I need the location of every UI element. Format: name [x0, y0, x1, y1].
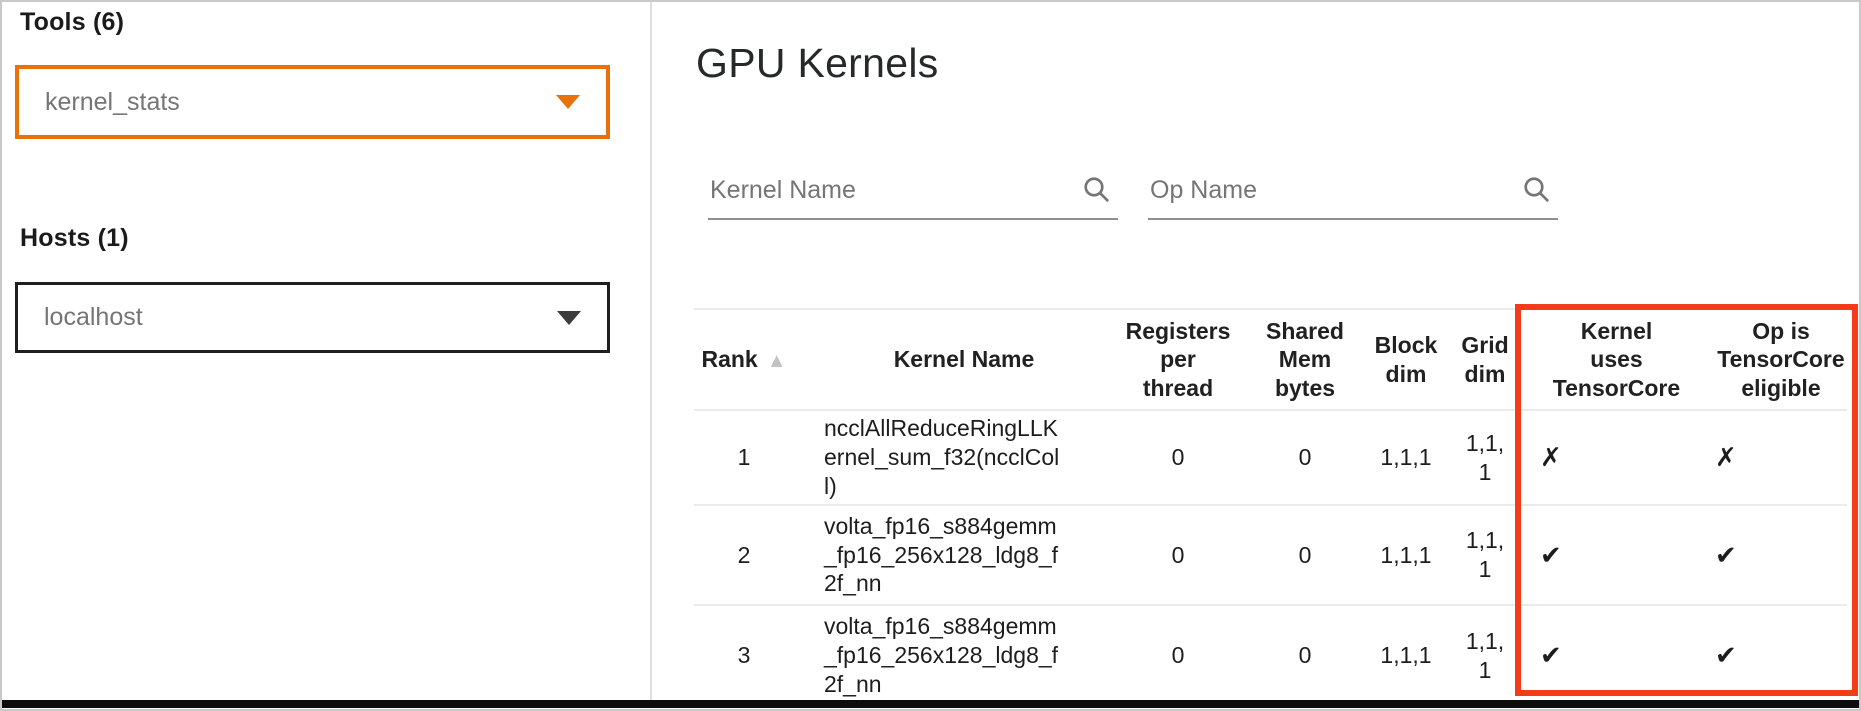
- column-header-label: Registers per thread: [1126, 318, 1231, 400]
- column-header[interactable]: Shared Mem bytes: [1252, 309, 1358, 410]
- column-header-label: Grid dim: [1461, 332, 1508, 386]
- tools-section-label: Tools (6): [20, 8, 124, 37]
- table-cell: ✗: [1516, 410, 1693, 505]
- table-cell: 1: [694, 410, 794, 505]
- table-cell: 0: [1252, 410, 1358, 505]
- table-cell: 1,1, 1: [1454, 605, 1516, 705]
- table-cell: ✔: [1693, 605, 1847, 705]
- table-cell: 0: [1252, 605, 1358, 705]
- table-cell: ncclAllReduceRingLLK ernel_sum_f32(ncclC…: [794, 410, 1104, 505]
- column-header-label: Rank: [701, 346, 757, 372]
- sidebar-divider: [650, 2, 652, 700]
- column-header-label: Kernel uses TensorCore: [1553, 318, 1680, 400]
- kernel-name-filter: [708, 168, 1118, 220]
- kernels-table: Rank ▲ Kernel Name Registers per thread Shar…: [694, 308, 1847, 705]
- column-header-label: Kernel Name: [894, 346, 1035, 372]
- table-cell: ✗: [1693, 410, 1847, 505]
- search-icon: [1080, 173, 1112, 205]
- kernel-name-input[interactable]: [708, 176, 1080, 211]
- table-cell: 0: [1104, 410, 1252, 505]
- column-header-label: Shared Mem bytes: [1266, 318, 1344, 400]
- hosts-dropdown[interactable]: localhost: [15, 282, 610, 353]
- table-cell: ✔: [1516, 605, 1693, 705]
- chevron-down-icon: [556, 95, 580, 109]
- sort-ascending-icon: ▲: [767, 350, 787, 372]
- table-row: 1ncclAllReduceRingLLK ernel_sum_f32(nccl…: [694, 410, 1847, 505]
- column-header[interactable]: Block dim: [1358, 309, 1454, 410]
- page-title: GPU Kernels: [696, 40, 939, 87]
- column-header[interactable]: Grid dim: [1454, 309, 1516, 410]
- table-cell: volta_fp16_s884gemm _fp16_256x128_ldg8_f…: [794, 505, 1104, 605]
- op-name-filter: [1148, 168, 1558, 220]
- column-header-label: Op is TensorCore eligible: [1717, 318, 1844, 400]
- tools-dropdown[interactable]: kernel_stats: [15, 65, 610, 139]
- kernels-table-header: Rank ▲ Kernel Name Registers per thread Shar…: [694, 309, 1847, 410]
- column-header[interactable]: Rank ▲: [694, 309, 794, 410]
- table-cell: 1,1,1: [1358, 605, 1454, 705]
- table-cell: 0: [1252, 505, 1358, 605]
- table-cell: 1,1,1: [1358, 410, 1454, 505]
- chevron-down-icon: [557, 311, 581, 325]
- column-header[interactable]: Op is TensorCore eligible: [1693, 309, 1847, 410]
- table-row: 3volta_fp16_s884gemm _fp16_256x128_ldg8_…: [694, 605, 1847, 705]
- table-cell: 0: [1104, 505, 1252, 605]
- table-cell: 2: [694, 505, 794, 605]
- table-cell: 1,1, 1: [1454, 410, 1516, 505]
- table-cell: 1,1, 1: [1454, 505, 1516, 605]
- column-header-label: Block dim: [1375, 332, 1438, 386]
- tools-dropdown-value: kernel_stats: [45, 88, 556, 117]
- column-header[interactable]: Kernel uses TensorCore: [1516, 309, 1693, 410]
- hosts-dropdown-value: localhost: [44, 303, 557, 332]
- table-cell: 1,1,1: [1358, 505, 1454, 605]
- table-cell: volta_fp16_s884gemm _fp16_256x128_ldg8_f…: [794, 605, 1104, 705]
- table-row: 2volta_fp16_s884gemm _fp16_256x128_ldg8_…: [694, 505, 1847, 605]
- window-bottom-edge: [2, 700, 1859, 708]
- hosts-section-label: Hosts (1): [20, 224, 129, 253]
- table-cell: 3: [694, 605, 794, 705]
- op-name-input[interactable]: [1148, 176, 1520, 211]
- table-cell: 0: [1104, 605, 1252, 705]
- table-cell: ✔: [1516, 505, 1693, 605]
- column-header[interactable]: Kernel Name: [794, 309, 1104, 410]
- table-cell: ✔: [1693, 505, 1847, 605]
- column-header[interactable]: Registers per thread: [1104, 309, 1252, 410]
- search-icon: [1520, 173, 1552, 205]
- profiler-window: Tools (6) kernel_stats Hosts (1) localho…: [0, 0, 1861, 711]
- kernels-table-body: 1ncclAllReduceRingLLK ernel_sum_f32(nccl…: [694, 410, 1847, 705]
